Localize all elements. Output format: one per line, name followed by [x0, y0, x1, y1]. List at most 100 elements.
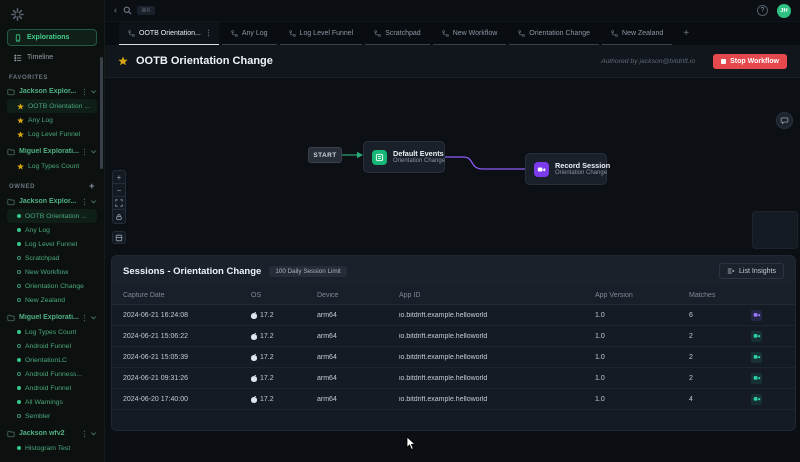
kebab-menu-icon[interactable]: [83, 148, 86, 156]
owned-item[interactable]: New Workflow: [7, 265, 97, 279]
lock-button[interactable]: [113, 210, 125, 223]
zoom-in-button[interactable]: +: [113, 171, 125, 184]
tab-new-workflow[interactable]: New Workflow: [433, 22, 507, 45]
owned-item-label: Log Level Funnel: [25, 241, 77, 248]
sidebar-item-timeline[interactable]: Timeline: [7, 49, 97, 66]
kebab-menu-icon[interactable]: [83, 314, 86, 322]
status-dot: [17, 228, 21, 232]
capture-date-cell: 2024-06-21 16:24:08: [123, 312, 251, 319]
favorite-item[interactable]: Log Types Count: [7, 159, 97, 173]
canvas-extra-control-button[interactable]: [112, 231, 126, 244]
session-replay-button[interactable]: [751, 310, 762, 321]
owned-item[interactable]: OrientationLC: [7, 353, 97, 367]
folder-jackson-wfv2[interactable]: Jackson wfv2: [7, 426, 97, 441]
owned-item[interactable]: Sembler: [7, 409, 97, 423]
favorite-item[interactable]: OOTB Orientation ...: [7, 99, 97, 113]
avatar[interactable]: JH: [777, 4, 791, 18]
help-button[interactable]: ?: [757, 5, 768, 16]
session-replay-button[interactable]: [751, 373, 762, 384]
matches-cell: 4: [689, 396, 751, 403]
kebab-menu-icon[interactable]: [83, 88, 86, 96]
table-row[interactable]: 2024-06-21 16:24:08 17.2 arm64 io.bitdri…: [112, 305, 795, 326]
workflow-icon: [611, 30, 618, 37]
session-replay-button[interactable]: [751, 352, 762, 363]
tab-kebab-icon[interactable]: [207, 29, 210, 37]
tab-ootb-orientation[interactable]: OOTB Orientation...: [119, 22, 219, 45]
favorite-star-icon[interactable]: [118, 56, 128, 66]
folder-icon: [7, 198, 15, 206]
start-node[interactable]: START: [308, 147, 342, 163]
tab-any-log[interactable]: Any Log: [222, 22, 277, 45]
owned-item[interactable]: Histogram Test: [7, 441, 97, 455]
table-row[interactable]: 2024-06-20 17:40:00 17.2 arm64 io.bitdri…: [112, 389, 795, 410]
workflow-canvas[interactable]: + − START Default Events: [105, 78, 800, 255]
session-replay-button[interactable]: [751, 331, 762, 342]
node-default-events[interactable]: Default Events Orientation Change: [363, 141, 445, 173]
chevron-down-icon[interactable]: [90, 314, 97, 321]
tab-log-level-funnel[interactable]: Log Level Funnel: [280, 22, 363, 45]
chevron-down-icon[interactable]: [90, 430, 97, 437]
table-row[interactable]: 2024-06-21 15:05:39 17.2 arm64 io.bitdri…: [112, 347, 795, 368]
phone-icon: [14, 34, 22, 42]
add-exploration-button[interactable]: +: [89, 182, 95, 191]
owned-item[interactable]: New Zealand: [7, 293, 97, 307]
apple-icon: [251, 354, 257, 361]
owned-item[interactable]: Android Funnel: [7, 339, 97, 353]
zoom-out-button[interactable]: −: [113, 184, 125, 197]
status-dot: [17, 242, 21, 246]
session-replay-button[interactable]: [751, 394, 762, 405]
owned-item[interactable]: Android Funnel: [7, 381, 97, 395]
fit-view-button[interactable]: [113, 197, 125, 210]
folder-miguel-explorations-owned[interactable]: Miguel Explorati...: [7, 310, 97, 325]
owned-item[interactable]: Scratchpad: [7, 251, 97, 265]
favorite-item[interactable]: Any Log: [7, 113, 97, 127]
tab-scratchpad[interactable]: Scratchpad: [365, 22, 429, 45]
chevron-down-icon[interactable]: [90, 88, 97, 95]
kebab-menu-icon[interactable]: [83, 198, 86, 206]
status-dot: [17, 298, 21, 302]
owned-item[interactable]: All Warnings: [7, 395, 97, 409]
apple-icon: [251, 396, 257, 403]
column-header: App Version: [595, 292, 689, 299]
kebab-menu-icon[interactable]: [83, 430, 86, 438]
favorite-item[interactable]: Log Level Funnel: [7, 127, 97, 141]
app-id-cell: io.bitdrift.example.helloworld: [399, 333, 595, 340]
canvas-minimap[interactable]: [752, 211, 798, 249]
folder-jackson-explorations[interactable]: Jackson Explor...: [7, 84, 97, 99]
owned-item[interactable]: Orientation Change: [7, 279, 97, 293]
tab-new-zealand[interactable]: New Zealand: [602, 22, 672, 45]
stop-workflow-label: Stop Workflow: [730, 58, 779, 65]
folder-icon: [7, 430, 15, 438]
list-insights-button[interactable]: List Insights: [719, 263, 784, 279]
chevron-down-icon[interactable]: [90, 198, 97, 205]
chevron-down-icon[interactable]: [90, 148, 97, 155]
tab-label: Any Log: [242, 30, 268, 37]
tab-label: New Workflow: [453, 30, 498, 37]
top-bar: ‹ ⌘K ? JH: [105, 0, 800, 22]
feedback-chat-button[interactable]: [776, 112, 793, 129]
search-button[interactable]: ⌘K: [123, 6, 155, 15]
sessions-panel-header: Sessions - Orientation Change 100 Daily …: [112, 256, 795, 286]
table-row[interactable]: 2024-06-21 09:31:26 17.2 arm64 io.bitdri…: [112, 368, 795, 389]
node-record-session[interactable]: Record Session Orientation Change: [525, 153, 607, 185]
sidebar-item-explorations[interactable]: Explorations: [7, 29, 97, 46]
owned-item[interactable]: OOTB Orientation ...: [7, 209, 97, 223]
new-tab-button[interactable]: +: [675, 28, 697, 39]
tab-orientation-change[interactable]: Orientation Change: [509, 22, 599, 45]
matches-cell: 6: [689, 312, 751, 319]
owned-item[interactable]: Log Level Funnel: [7, 237, 97, 251]
tab-bar: OOTB Orientation... Any Log Log Level Fu…: [105, 22, 800, 45]
stop-workflow-button[interactable]: Stop Workflow: [713, 54, 787, 69]
folder-jackson-explorations-owned[interactable]: Jackson Explor...: [7, 194, 97, 209]
matches-cell: 2: [689, 333, 751, 340]
star-icon: [17, 103, 24, 110]
owned-item[interactable]: Log Types Count: [7, 325, 97, 339]
sidebar-scrollbar[interactable]: [100, 57, 103, 169]
folder-miguel-explorations[interactable]: Miguel Explorati...: [7, 144, 97, 159]
collapse-sidebar-icon[interactable]: ‹: [114, 6, 117, 15]
folder-label: Jackson Explor...: [19, 88, 79, 95]
table-row[interactable]: 2024-06-21 15:06:22 17.2 arm64 io.bitdri…: [112, 326, 795, 347]
owned-item[interactable]: Any Log: [7, 223, 97, 237]
owned-item[interactable]: Android Funness...: [7, 367, 97, 381]
stop-icon: [721, 59, 726, 64]
